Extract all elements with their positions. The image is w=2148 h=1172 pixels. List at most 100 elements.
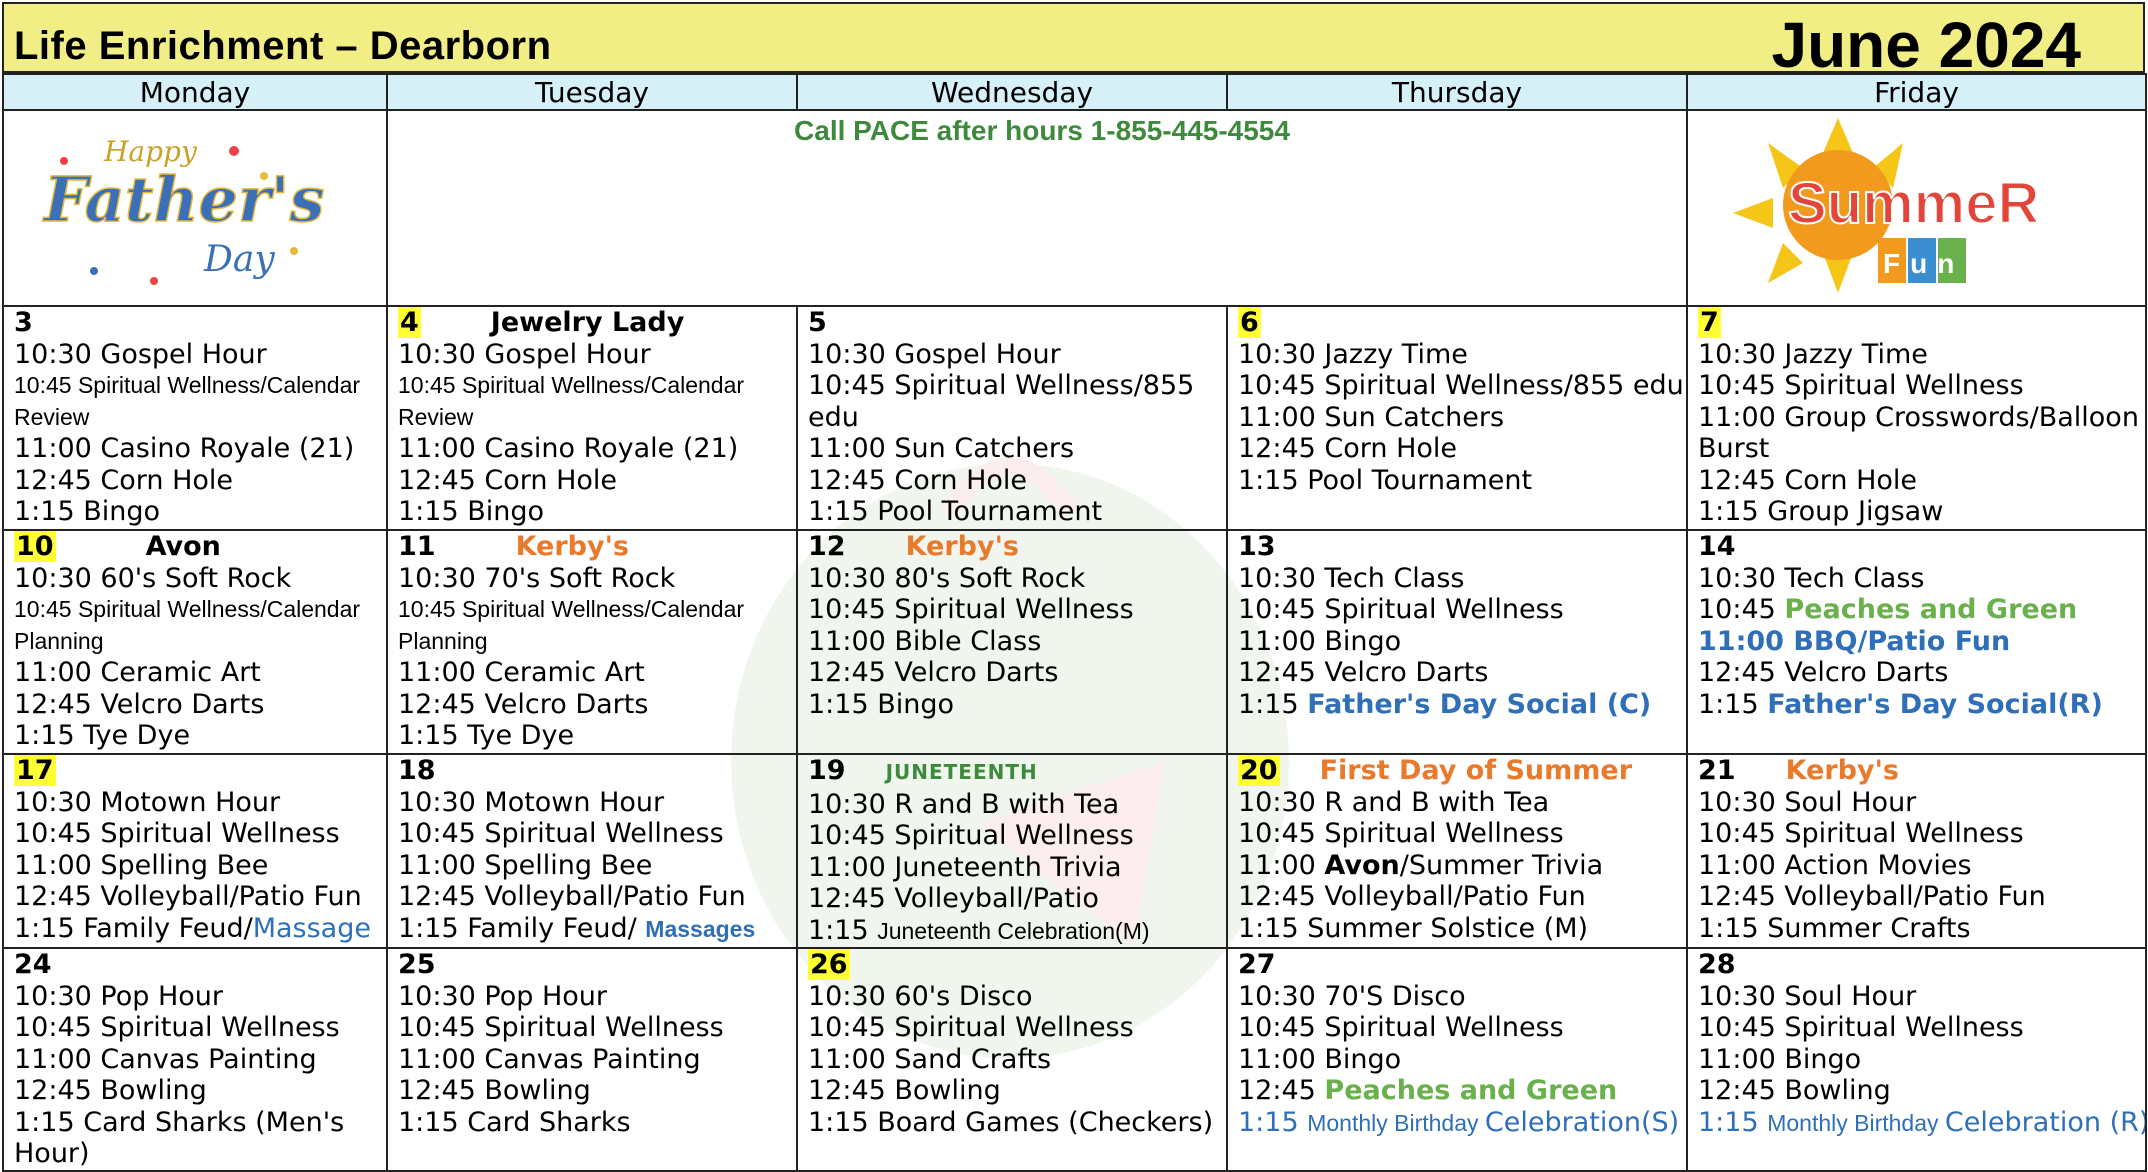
activity: 1:15 Tye Dye (398, 720, 575, 751)
weekday-header-row: Monday Tuesday Wednesday Thursday Friday (2, 73, 2147, 111)
activity: 10:30 R and B with Tea (808, 788, 1120, 820)
day-cell: 20 First Day of Summer 10:30 R and B with… (1226, 753, 1688, 949)
special-activity: 11:00 BBQ/Patio Fun (1698, 625, 2011, 657)
activity: 1:15 Monthly Birthday Celebration (R) (1698, 1107, 2144, 1140)
day-cell: 6 10:30 Jazzy Time 10:45 Spiritual Welln… (1226, 305, 1688, 531)
day-cell: 18 10:30 Motown Hour 10:45 Spiritual Wel… (386, 753, 798, 949)
activity: 10:45 Spiritual Wellness (808, 594, 1134, 625)
activity: 10:30 70's Soft Rock (398, 562, 676, 594)
special-activity: Father's Day Social (C) (1307, 688, 1652, 720)
summer-fun-sun-icon: SummeR Fun (1733, 118, 2040, 293)
activity: 10:45 Spiritual Wellness (1238, 818, 1564, 849)
activity-text: Monthly Birthday (1307, 1109, 1485, 1136)
activity: 12:45 Velcro Darts (398, 688, 649, 720)
activity: 12:45 Peaches and Green (1238, 1075, 1685, 1107)
activity: 10:30 Tech Class (1238, 562, 1465, 594)
activity: 10:30 Gospel Hour (398, 338, 651, 370)
activity: 1:15 Bingo (14, 496, 161, 527)
day-cell: 25 10:30 Pop Hour 10:45 Spiritual Wellne… (386, 947, 798, 1172)
activity: 11:00 Sun Catchers (808, 433, 1075, 464)
svg-text:Fun: Fun (1883, 248, 1964, 279)
activity: 12:45 Corn Hole (398, 464, 618, 496)
activity: 11:00 Juneteenth Trivia (808, 851, 1122, 883)
activity: 12:45 Velcro Darts (1238, 657, 1489, 688)
activity-time: 1:15 (1238, 688, 1308, 720)
day-cell: 14 10:30 Tech Class 10:45 Peaches and Gr… (1686, 529, 2147, 755)
banner-row: Happy Father's Day Call PACE after hours… (2, 109, 2147, 307)
date-number: 12 (808, 531, 846, 562)
svg-text:SummeR: SummeR (1788, 171, 2039, 236)
activity: 10:45 Spiritual Wellness (808, 1012, 1134, 1043)
activity: 11:00 Bingo (1238, 625, 1402, 657)
special-event: Kerby's (905, 531, 1019, 562)
date-number: 26 (808, 949, 850, 980)
activity: 11:00 Group Crosswords/Balloon Burst (1698, 401, 2139, 465)
day-cell: 19 JUNETEENTH 10:30 R and B with Tea 10:4… (796, 753, 1228, 949)
date-number: 10 (14, 531, 56, 562)
activity-time: 11:00 (1238, 849, 1325, 881)
special-activity: Father's Day Social(R) (1767, 688, 2103, 720)
special-activity: Massage (252, 912, 371, 944)
special-activity: Avon (1324, 849, 1400, 881)
activity: 11:00 Ceramic Art (14, 657, 261, 688)
activity: 10:30 Gospel Hour (808, 338, 1061, 370)
special-event: First Day of Summer (1319, 755, 1633, 786)
activity: 1:15 Father's Day Social(R) (1698, 688, 2144, 721)
activity: 12:45 Bowling (808, 1075, 1001, 1106)
date-number: 7 (1698, 307, 1721, 338)
activity-time: 1:15 Family Feud/ (398, 912, 646, 944)
activity: 12:45 Velcro Darts (1698, 657, 1949, 688)
week-row: 3 10:30 Gospel Hour 10:45 Spiritual Well… (2, 305, 2147, 531)
activity: 10:30 60's Disco (808, 980, 1033, 1012)
call-pace-cell: Call PACE after hours 1-855-445-4554 (386, 109, 1688, 307)
activity-time: 10:45 (1698, 594, 1785, 625)
activity: 1:15 Juneteenth Celebration(M) (808, 915, 1225, 947)
activity: 12:45 Corn Hole (1698, 464, 1918, 496)
activity: 12:45 Corn Hole (808, 464, 1028, 496)
day-cell: 24 10:30 Pop Hour 10:45 Spiritual Wellne… (2, 947, 388, 1172)
activity: 12:45 Velcro Darts (808, 657, 1059, 688)
date-number: 14 (1698, 531, 1736, 562)
special-event: Kerby's (1785, 755, 1899, 786)
activity: 11:00 Action Movies (1698, 849, 1972, 881)
weekday-monday: Monday (2, 73, 388, 111)
weekday-thursday: Thursday (1226, 73, 1688, 111)
activity: 10:45 Spiritual Wellness (1238, 594, 1564, 625)
activity: 11:00 Bingo (1238, 1043, 1402, 1075)
activity-text: Monthly Birthday (1767, 1109, 1945, 1136)
activity: 11:00 Ceramic Art (398, 657, 645, 688)
calendar-grid: Monday Tuesday Wednesday Thursday Friday… (2, 73, 2147, 1172)
activity-time: 1:15 (1238, 1106, 1308, 1138)
activity: 1:15 Father's Day Social (C) (1238, 688, 1685, 721)
activity: 10:45 Spiritual Wellness (1698, 1012, 2024, 1043)
activity: 10:45 Peaches and Green (1698, 594, 2144, 626)
activity: 11:00 Spelling Bee (398, 849, 653, 881)
activity-time: 12:45 (1238, 1075, 1325, 1106)
date-number: 5 (808, 307, 827, 338)
activity: 11:00 Sand Crafts (808, 1043, 1052, 1075)
day-cell: 4 Jewelry Lady 10:30 Gospel Hour 10:45 Sp… (386, 305, 798, 531)
day-cell: 7 10:30 Jazzy Time 10:45 Spiritual Welln… (1686, 305, 2147, 531)
activity: 12:45 Corn Hole (14, 464, 234, 496)
activity: 1:15 Pool Tournament (808, 496, 1103, 527)
activity: 12:45 Volleyball/Patio Fun (14, 881, 362, 912)
activity: 10:30 R and B with Tea (1238, 786, 1550, 818)
activity: 11:00 Casino Royale (21) (14, 433, 355, 464)
svg-text:Day: Day (203, 239, 275, 280)
activity: 1:15 Bingo (808, 688, 955, 720)
day-cell: 28 10:30 Soul Hour 10:45 Spiritual Welln… (1686, 947, 2147, 1172)
fathers-day-logo-icon: Happy Father's Day (41, 135, 325, 285)
special-activity: Peaches and Green (1324, 1075, 1618, 1106)
special-event: Avon (145, 531, 221, 562)
activity: 10:30 Soul Hour (1698, 980, 1917, 1012)
date-number: 11 (398, 531, 436, 562)
date-number: 18 (398, 755, 436, 786)
activity: 11:00 Bingo (1698, 1043, 1862, 1075)
week-row: 17 10:30 Motown Hour 10:45 Spiritual Wel… (2, 753, 2147, 949)
activity: 1:15 Family Feud/ Massages (398, 912, 795, 946)
special-activity: Peaches and Green (1784, 594, 2078, 625)
activity: 10:45 Spiritual Wellness (398, 818, 724, 849)
activity: 12:45 Velcro Darts (14, 688, 265, 720)
activity: 1:15 Summer Solstice (M) (1238, 912, 1589, 944)
special-event: Kerby's (515, 531, 629, 562)
